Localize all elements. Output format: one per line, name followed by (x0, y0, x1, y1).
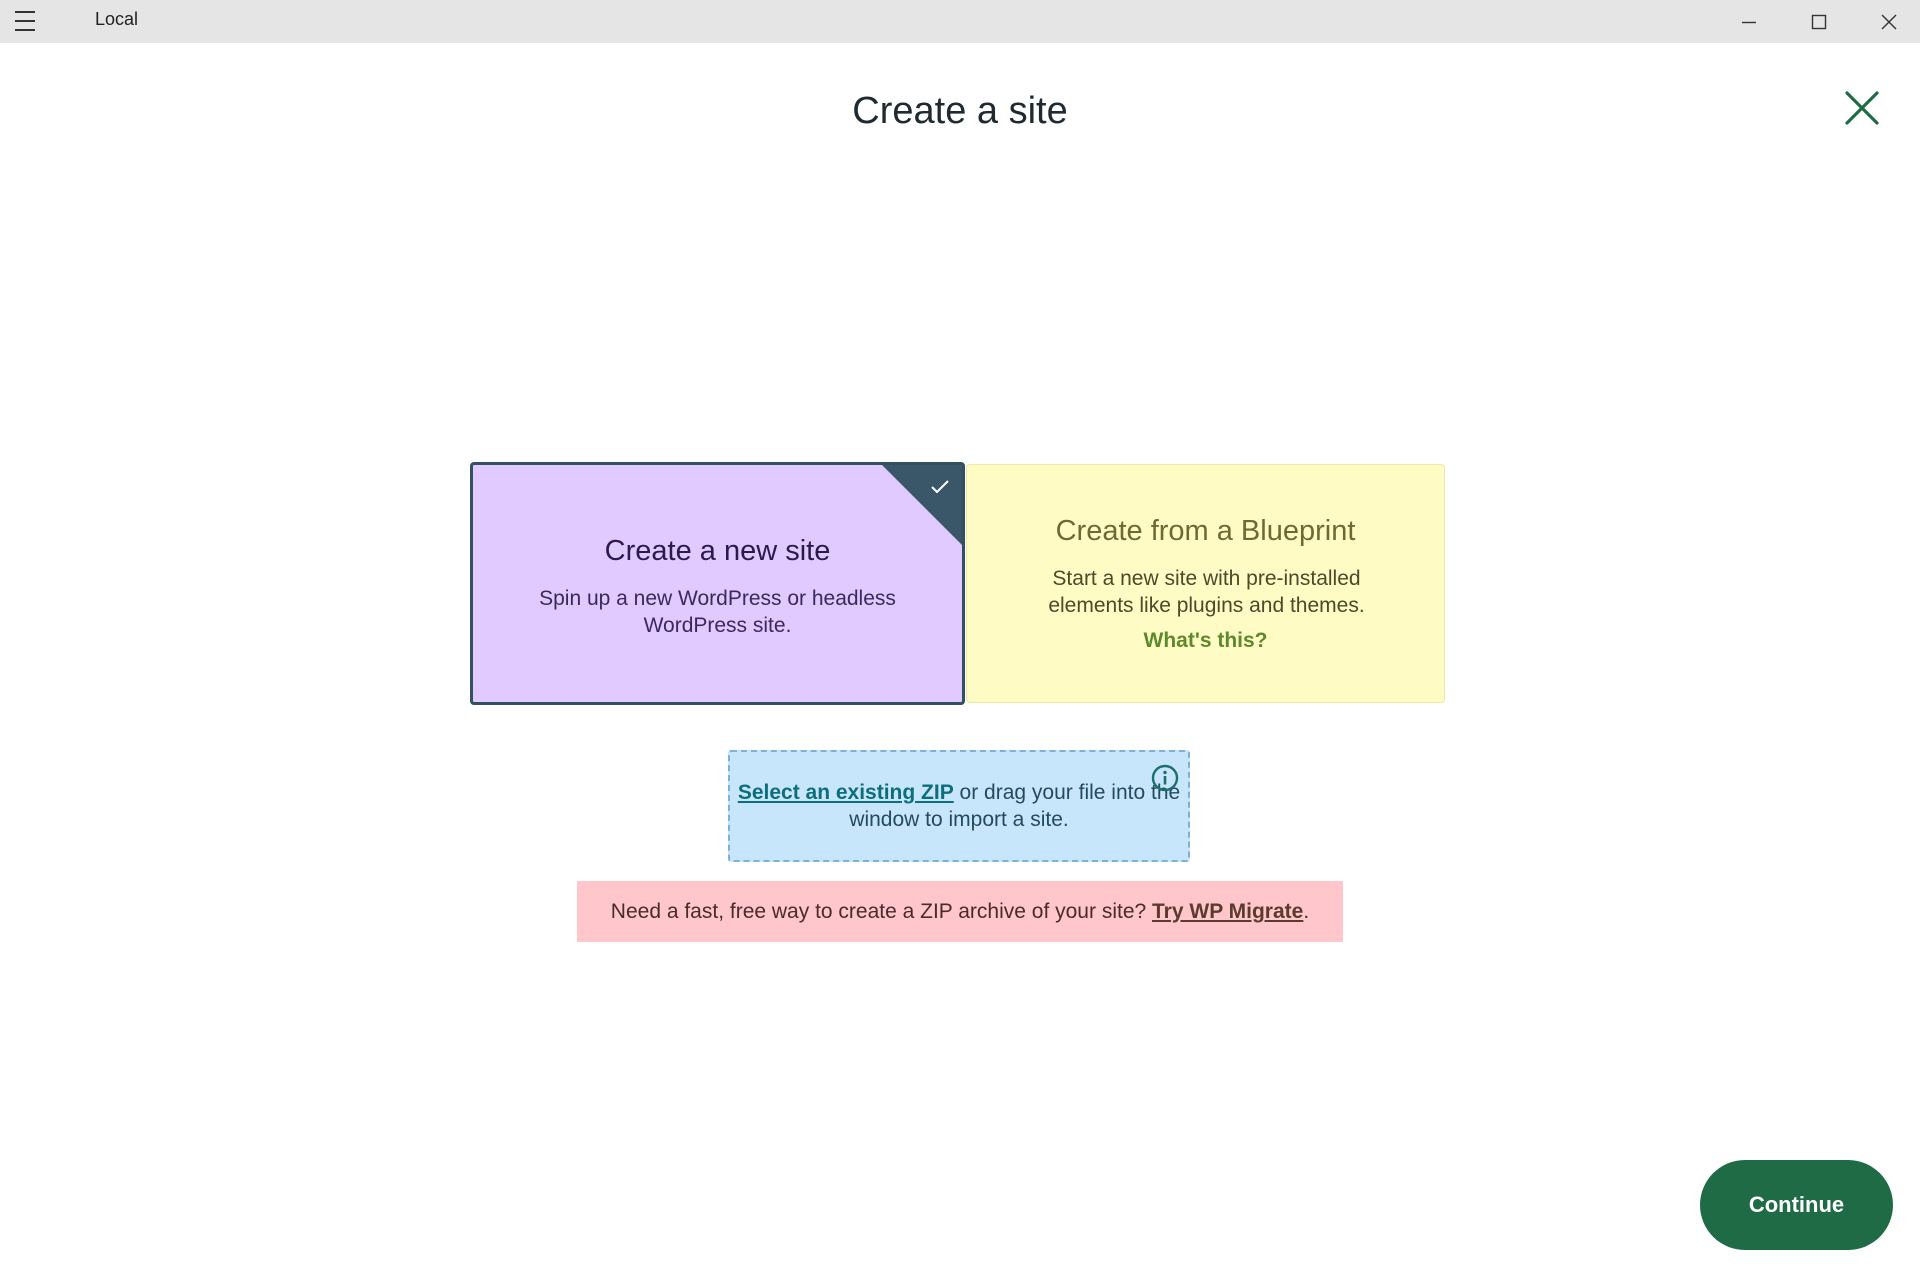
migrate-banner-suffix: . (1303, 900, 1310, 923)
close-icon (1845, 91, 1879, 125)
zip-import-dropzone[interactable]: Select an existing ZIP or drag your file… (728, 750, 1190, 862)
page-title: Create a site (852, 90, 1068, 132)
new-site-heading: Create a new site (604, 535, 831, 567)
select-existing-zip-link[interactable]: Select an existing ZIP (738, 781, 954, 804)
selected-corner-badge (882, 465, 962, 545)
create-new-site-card[interactable]: Create a new site Spin up a new WordPres… (470, 462, 965, 705)
app-title: Local (95, 9, 139, 29)
whats-this-link[interactable]: What's this? (967, 629, 1444, 653)
new-site-description: Spin up a new WordPress or headless Word… (539, 587, 896, 637)
info-icon[interactable] (1150, 763, 1180, 793)
continue-button[interactable]: Continue (1700, 1160, 1893, 1250)
dialog-close-button[interactable] (1842, 88, 1882, 128)
blueprint-description: Start a new site with pre-installed elem… (1048, 567, 1365, 617)
window-titlebar: Local (0, 0, 1920, 43)
create-from-blueprint-card[interactable]: Create from a Blueprint Start a new site… (966, 464, 1445, 703)
close-icon (1881, 14, 1897, 29)
minimize-window-button[interactable] (1714, 0, 1784, 43)
checkmark-icon (931, 480, 949, 494)
maximize-icon (1811, 14, 1827, 29)
close-window-button[interactable] (1854, 0, 1920, 43)
blueprint-heading: Create from a Blueprint (1055, 515, 1356, 547)
maximize-window-button[interactable] (1784, 0, 1854, 43)
hamburger-menu-icon[interactable] (15, 10, 39, 32)
migrate-banner-text: Need a fast, free way to create a ZIP ar… (610, 900, 1153, 923)
try-wp-migrate-link[interactable]: Try WP Migrate (1152, 900, 1303, 923)
wp-migrate-banner: Need a fast, free way to create a ZIP ar… (577, 881, 1343, 942)
minimize-icon (1742, 21, 1756, 23)
